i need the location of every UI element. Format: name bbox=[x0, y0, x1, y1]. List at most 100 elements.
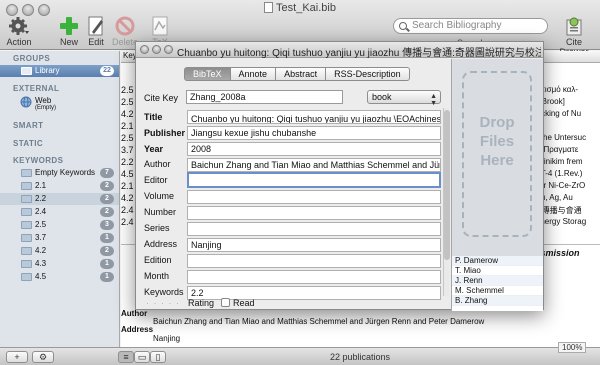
table-row-text[interactable]: ω Πραγματε bbox=[535, 145, 600, 154]
table-row[interactable]: 4.2 bbox=[121, 109, 134, 119]
scrollbar-thumb[interactable] bbox=[444, 110, 450, 260]
cite-key-field[interactable]: Zhang_2008a bbox=[186, 90, 343, 104]
series-label: Series bbox=[144, 223, 170, 233]
list-item[interactable]: T. Miao bbox=[452, 266, 543, 276]
publication-type-select[interactable]: book ▲ ▼ bbox=[367, 90, 441, 107]
table-row-text[interactable]: υπισμό καλ- bbox=[535, 85, 600, 94]
view-toggle-list[interactable]: ≡ bbox=[118, 351, 134, 363]
list-view-icon: ≡ bbox=[123, 352, 129, 362]
publisher-label: Publisher bbox=[144, 128, 186, 138]
sidebar-item-keyword[interactable]: 3.7 1 bbox=[0, 232, 119, 244]
sidebar-item-keyword[interactable]: 4.3 1 bbox=[0, 258, 119, 270]
folder-icon bbox=[21, 221, 32, 229]
editor-field[interactable] bbox=[187, 172, 441, 188]
address-field[interactable]: Nanjing bbox=[187, 238, 441, 252]
table-row[interactable]: 2.5 bbox=[121, 85, 134, 95]
editor-title: Chuanbo yu huitong: Qiqi tushuo yanjiu y… bbox=[177, 48, 541, 59]
edition-field[interactable] bbox=[187, 254, 441, 268]
table-row[interactable]: 2.2 bbox=[121, 157, 134, 167]
table-row-text[interactable]: u 傳播与會通 bbox=[535, 205, 600, 216]
series-field[interactable] bbox=[187, 222, 441, 236]
list-item[interactable]: B. Zhang bbox=[452, 296, 543, 306]
new-button[interactable]: New bbox=[57, 16, 81, 47]
sidebar-item-keyword[interactable]: 2.2 2 bbox=[0, 193, 119, 205]
zoom-select[interactable]: 100% bbox=[558, 342, 587, 353]
folder-icon bbox=[21, 195, 32, 203]
sidebar-item-keyword[interactable]: 4.5 1 bbox=[0, 271, 119, 283]
folder-icon bbox=[21, 247, 32, 255]
table-row[interactable]: 4.2 bbox=[121, 193, 134, 203]
table-row-text[interactable]: sche Untersuc bbox=[535, 133, 600, 142]
author-list: P. Damerow T. Miao J. Renn M. Schemmel B… bbox=[452, 256, 543, 311]
smart-header: SMART bbox=[13, 121, 44, 130]
gear-icon: ⚙ bbox=[38, 352, 48, 362]
sidebar-item-keyword[interactable]: 4.2 2 bbox=[0, 245, 119, 257]
table-row[interactable]: 2.1 bbox=[121, 181, 134, 191]
folder-icon bbox=[21, 182, 32, 190]
publication-count: 22 publications bbox=[330, 352, 391, 362]
author-field[interactable]: Baichun Zhang and Tian Miao and Matthias… bbox=[187, 158, 441, 172]
sidebar-item-library[interactable]: Library 22 bbox=[0, 65, 119, 77]
add-group-button[interactable]: + bbox=[6, 351, 28, 363]
table-row[interactable]: 2.1 bbox=[121, 121, 134, 131]
table-row-text[interactable]: Energy Storag bbox=[535, 217, 600, 226]
address-label: Address bbox=[144, 239, 178, 249]
table-row-text[interactable]: NT-4 (1.Rev.) bbox=[535, 169, 600, 178]
tab-abstract[interactable]: Abstract bbox=[276, 67, 327, 81]
minimize-editor-button[interactable] bbox=[152, 45, 161, 54]
fields-scrollbar[interactable] bbox=[443, 108, 450, 296]
external-header: EXTERNAL bbox=[13, 84, 60, 93]
keywords-label: Keywords bbox=[144, 287, 184, 297]
keywords-header: KEYWORDS bbox=[13, 156, 64, 165]
file-drop-area[interactable]: Drop Files Here bbox=[462, 71, 532, 237]
search-input[interactable]: Search Bibliography bbox=[393, 18, 548, 34]
tab-bibtex[interactable]: BibTeX bbox=[184, 67, 231, 81]
preview-address-label: Address bbox=[121, 325, 154, 334]
view-toggle-split[interactable]: ▭ bbox=[134, 351, 150, 363]
action-button[interactable]: Action bbox=[5, 16, 33, 47]
sidebar-item-keyword[interactable]: 2.1 2 bbox=[0, 180, 119, 192]
number-field[interactable] bbox=[187, 206, 441, 220]
table-row[interactable]: 4.5 bbox=[121, 169, 134, 179]
month-label: Month bbox=[144, 271, 170, 281]
table-row-text[interactable]: ver Ni-Ce-ZrO bbox=[535, 181, 600, 190]
view-toggle-preview[interactable]: ▯ bbox=[150, 351, 166, 363]
folder-icon bbox=[21, 208, 32, 216]
source-list-sidebar: GROUPS Library 22 EXTERNAL Web (Empty) S… bbox=[0, 51, 120, 347]
rating-stars[interactable]: · · · · · bbox=[146, 298, 180, 308]
sidebar-item-keyword[interactable]: 2.4 2 bbox=[0, 206, 119, 218]
editor-label: Editor bbox=[144, 175, 168, 185]
title-field[interactable]: Chuanbo yu huitong: Qiqi tushuo yanjiu y… bbox=[187, 110, 441, 124]
table-row-text[interactable]: n Brook] bbox=[535, 97, 600, 106]
tab-annote[interactable]: Annote bbox=[230, 67, 277, 81]
table-row[interactable]: 2.5 bbox=[121, 133, 134, 143]
list-item[interactable]: P. Damerow bbox=[452, 256, 543, 266]
sidebar-item-keyword[interactable]: 2.5 3 bbox=[0, 219, 119, 231]
zoom-editor-button[interactable] bbox=[164, 45, 173, 54]
table-row-text[interactable]: fficking of Nu bbox=[535, 109, 600, 118]
table-row[interactable]: 2.4 bbox=[121, 205, 134, 215]
month-field[interactable] bbox=[187, 270, 441, 284]
table-row[interactable]: 3.7 bbox=[121, 145, 134, 155]
edition-label: Edition bbox=[144, 255, 172, 265]
close-editor-button[interactable] bbox=[140, 45, 149, 54]
table-row[interactable]: 2.5 bbox=[121, 97, 134, 107]
table-row-text[interactable]: Cu, Ag, Au bbox=[535, 193, 600, 202]
globe-icon bbox=[20, 96, 32, 108]
title-label: Title bbox=[144, 112, 163, 122]
year-field[interactable]: 2008 bbox=[187, 142, 441, 156]
table-row[interactable]: 2.4 bbox=[121, 217, 134, 227]
sidebar-item-empty-keywords[interactable]: Empty Keywords 7 bbox=[0, 167, 119, 179]
publisher-field[interactable]: Jiangsu kexue jishu chubanshe bbox=[187, 126, 441, 140]
cite-drawer-icon bbox=[566, 17, 582, 36]
list-item[interactable]: J. Renn bbox=[452, 276, 543, 286]
table-row-text[interactable]: upinikim frem bbox=[535, 157, 600, 166]
tab-rss-description[interactable]: RSS-Description bbox=[326, 67, 410, 81]
edit-button[interactable]: Edit bbox=[85, 16, 107, 47]
plus-icon bbox=[60, 17, 78, 35]
list-item[interactable]: M. Schemmel bbox=[452, 286, 543, 296]
group-action-button[interactable]: ⚙ bbox=[32, 351, 54, 363]
volume-field[interactable] bbox=[187, 190, 441, 204]
read-checkbox[interactable] bbox=[221, 298, 230, 307]
sidebar-item-web[interactable]: Web (Empty) bbox=[0, 95, 119, 113]
